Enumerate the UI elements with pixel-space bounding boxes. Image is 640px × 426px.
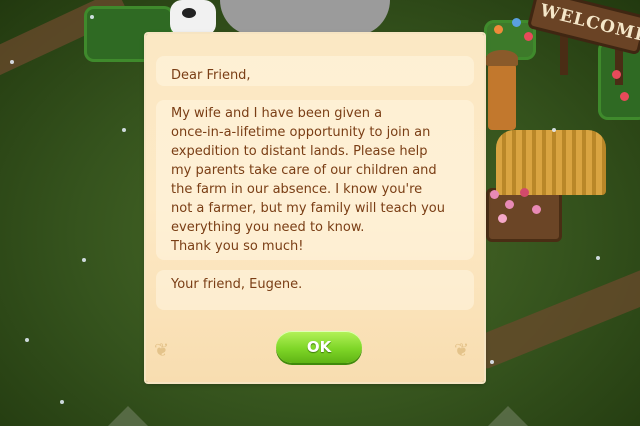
letter-body-line: expedition to distant lands. Please help	[171, 144, 428, 159]
ornament-icon: ❦	[154, 340, 170, 361]
flower-icon	[612, 70, 621, 79]
snowflake	[25, 338, 29, 342]
cow-icon	[170, 0, 216, 36]
letter-text: Dear Friend, My wife and I have been giv…	[171, 66, 471, 294]
letter-body-line: once-in-a-lifetime opportunity to join a…	[171, 125, 431, 140]
letter-greeting: Dear Friend,	[171, 68, 251, 83]
flower-icon	[620, 92, 629, 101]
flower-icon	[498, 214, 507, 223]
snowflake	[490, 360, 494, 364]
snowflake	[60, 400, 64, 404]
flower-icon	[490, 190, 499, 199]
dirt-path	[470, 263, 640, 371]
snowflake	[596, 256, 600, 260]
flower-icon	[512, 18, 521, 27]
welcome-sign: WELCOME	[526, 0, 640, 56]
flower-icon	[520, 188, 529, 197]
letter-dialog: Dear Friend, My wife and I have been giv…	[146, 34, 484, 382]
letter-body-line: My wife and I have been given a	[171, 106, 383, 121]
scroll-arrow-icon	[488, 406, 528, 426]
wheat-crop	[496, 130, 606, 195]
snowflake	[10, 60, 14, 64]
letter-body-line: Thank you so much!	[171, 239, 304, 254]
scarecrow-icon	[486, 50, 518, 130]
barn-building	[220, 0, 390, 36]
letter-signoff: Your friend, Eugene.	[171, 277, 303, 292]
flower-icon	[532, 205, 541, 214]
snowflake	[90, 15, 94, 19]
flower-icon	[494, 25, 503, 34]
flower-icon	[505, 200, 514, 209]
letter-body-line: not a farmer, but my family will teach y…	[171, 201, 445, 216]
letter-body-line: my parents take care of our children and	[171, 163, 437, 178]
flower-icon	[524, 32, 533, 41]
ornament-icon: ❦	[454, 340, 470, 361]
snowflake	[82, 258, 86, 262]
snowflake	[552, 128, 556, 132]
scroll-arrow-icon	[108, 406, 148, 426]
letter-body-line: the farm in our absence. I know you're	[171, 182, 423, 197]
snowflake	[122, 128, 126, 132]
ok-button[interactable]: OK	[276, 331, 362, 363]
letter-body-line: everything you need to know.	[171, 220, 365, 235]
